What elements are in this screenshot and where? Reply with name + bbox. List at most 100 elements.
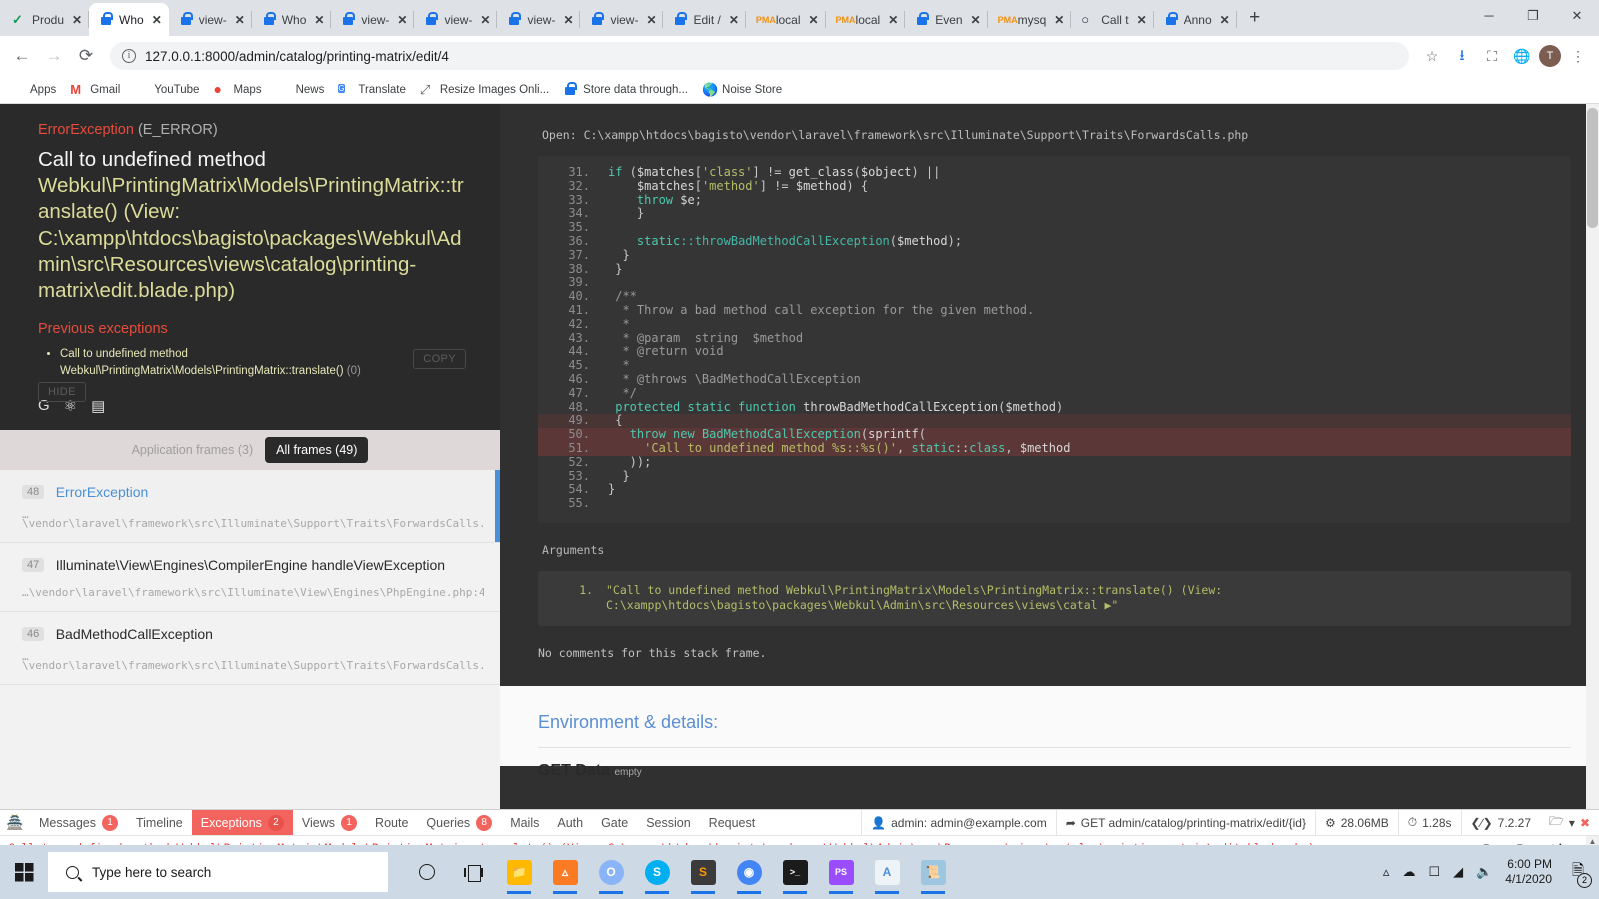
- browser-tab[interactable]: view- ✕: [497, 3, 581, 36]
- chrome-menu-icon[interactable]: ⋮: [1565, 43, 1591, 69]
- back-icon[interactable]: ←: [8, 42, 36, 70]
- clock[interactable]: 6:00 PM 4/1/2020: [1505, 857, 1552, 887]
- start-button[interactable]: [0, 845, 48, 899]
- left-panel-scrollbar[interactable]: [491, 104, 500, 430]
- debugbar-tab-messages[interactable]: Messages 1: [30, 810, 127, 835]
- forward-icon[interactable]: →: [40, 42, 68, 70]
- debugbar-tab-request[interactable]: Request: [700, 810, 765, 835]
- word-icon[interactable]: A: [868, 849, 906, 895]
- tab-close-icon[interactable]: ✕: [394, 12, 410, 28]
- opera-icon[interactable]: O: [592, 849, 630, 895]
- close-icon[interactable]: ✖: [1580, 816, 1590, 830]
- debugbar-auth-user[interactable]: 👤 admin: admin@example.com: [861, 810, 1056, 835]
- debugbar-tab-session[interactable]: Session: [637, 810, 699, 835]
- browser-tab[interactable]: view- ✕: [414, 3, 498, 36]
- browser-tab[interactable]: PMA mysq ✕: [988, 3, 1072, 36]
- browser-tab[interactable]: PMA local ✕: [746, 3, 826, 36]
- debugbar-tab-auth[interactable]: Auth: [548, 810, 592, 835]
- debugbar-memory[interactable]: ⚙ 28.06MB: [1314, 810, 1398, 835]
- bookmark-noise-store[interactable]: 🌎 Noise Store: [702, 82, 782, 97]
- debugbar-php-version[interactable]: ❮∕❯ 7.2.27: [1460, 810, 1541, 835]
- tab-close-icon[interactable]: ✕: [149, 12, 165, 28]
- tab-close-icon[interactable]: ✕: [806, 12, 822, 28]
- display-icon[interactable]: ☐: [1428, 864, 1440, 880]
- close-button[interactable]: ✕: [1555, 0, 1599, 32]
- address-bar[interactable]: i 127.0.0.1:8000/admin/catalog/printing-…: [110, 42, 1409, 70]
- tab-all-frames[interactable]: All frames (49): [265, 437, 369, 463]
- tab-close-icon[interactable]: ✕: [1217, 12, 1233, 28]
- volume-icon[interactable]: 🔈: [1476, 864, 1492, 880]
- tab-close-icon[interactable]: ✕: [69, 12, 85, 28]
- tab-close-icon[interactable]: ✕: [560, 12, 576, 28]
- chevron-up-icon[interactable]: ▵: [1383, 864, 1390, 880]
- tab-close-icon[interactable]: ✕: [1134, 12, 1150, 28]
- browser-tab[interactable]: Even ✕: [905, 3, 988, 36]
- star-icon[interactable]: ☆: [1419, 43, 1445, 69]
- tab-close-icon[interactable]: ✕: [726, 12, 742, 28]
- wifi-icon[interactable]: ◢: [1453, 864, 1463, 880]
- bookmark-resize-images[interactable]: ⤢ Resize Images Onli...: [420, 82, 549, 97]
- sublime-text-icon[interactable]: S: [684, 849, 722, 895]
- bookmark-store-data[interactable]: Store data through...: [563, 82, 688, 97]
- chevron-down-icon[interactable]: ▾: [1569, 816, 1575, 830]
- bookmark-news[interactable]: News: [276, 82, 325, 97]
- site-info-icon[interactable]: i: [122, 49, 136, 63]
- tab-close-icon[interactable]: ✕: [885, 12, 901, 28]
- browser-tab[interactable]: PMA local ✕: [826, 3, 906, 36]
- avatar[interactable]: T: [1539, 45, 1561, 67]
- maximize-button[interactable]: ❐: [1511, 0, 1555, 32]
- skype-icon[interactable]: S: [638, 849, 676, 895]
- page-scrollbar-thumb[interactable]: [1587, 108, 1598, 228]
- task-view-icon[interactable]: [454, 849, 492, 895]
- bookmark-maps[interactable]: ● Maps: [213, 82, 261, 97]
- translate-icon[interactable]: 🌐: [1509, 43, 1535, 69]
- browser-tab[interactable]: ✓ Produ ✕: [2, 3, 90, 36]
- cloud-icon[interactable]: ☁: [1402, 864, 1415, 880]
- tab-close-icon[interactable]: ✕: [311, 12, 327, 28]
- search-input[interactable]: Type here to search: [48, 852, 388, 892]
- browser-tab[interactable]: Anno ✕: [1154, 3, 1237, 36]
- tab-close-icon[interactable]: ✕: [232, 12, 248, 28]
- new-tab-button[interactable]: +: [1241, 5, 1269, 33]
- browser-tab[interactable]: view- ✕: [580, 3, 664, 36]
- browser-tab[interactable]: ○ Call t ✕: [1071, 3, 1154, 36]
- stackoverflow-search-icon[interactable]: ▤: [91, 397, 105, 415]
- browser-tab[interactable]: view- ✕: [331, 3, 415, 36]
- hide-button[interactable]: HIDE: [38, 382, 86, 402]
- debugbar-tab-gate[interactable]: Gate: [592, 810, 637, 835]
- copy-button[interactable]: COPY: [413, 349, 466, 369]
- bookmark-youtube[interactable]: YouTube: [134, 82, 199, 97]
- browser-tab-active[interactable]: Who ✕: [89, 3, 169, 36]
- screenshot-icon[interactable]: ⛶: [1479, 43, 1505, 69]
- open-file-path[interactable]: Open: C:\xampp\htdocs\bagisto\vendor\lar…: [500, 104, 1599, 142]
- debugbar-tab-views[interactable]: Views 1: [293, 810, 366, 835]
- terminal-icon[interactable]: >_: [776, 849, 814, 895]
- bookmark-apps[interactable]: Apps: [10, 82, 56, 97]
- folder-icon[interactable]: 🗁: [1549, 812, 1564, 833]
- cortana-icon[interactable]: [408, 849, 446, 895]
- debugbar-route[interactable]: ➦ GET admin/catalog/printing-matrix/edit…: [1055, 810, 1315, 835]
- bookmark-translate[interactable]: G Translate: [338, 82, 406, 97]
- bookmark-gmail[interactable]: M Gmail: [70, 82, 120, 97]
- browser-tab[interactable]: view- ✕: [169, 3, 252, 36]
- tab-close-icon[interactable]: ✕: [643, 12, 659, 28]
- reload-icon[interactable]: ⟳: [72, 42, 100, 70]
- frame-list-item[interactable]: 46 BadMethodCallException … \vendor\larav…: [0, 612, 500, 685]
- tab-application-frames[interactable]: Application frames (3): [132, 443, 254, 457]
- debugbar-tab-mails[interactable]: Mails: [501, 810, 548, 835]
- browser-tab[interactable]: Who ✕: [252, 3, 332, 36]
- debugbar-tab-timeline[interactable]: Timeline: [127, 810, 192, 835]
- file-explorer-icon[interactable]: 📁: [500, 849, 538, 895]
- frame-list-item[interactable]: 48 ErrorException … \vendor\laravel\frame…: [0, 470, 500, 543]
- minimize-button[interactable]: ─: [1467, 0, 1511, 32]
- frames-list[interactable]: 48 ErrorException … \vendor\laravel\frame…: [0, 470, 500, 809]
- tab-close-icon[interactable]: ✕: [477, 12, 493, 28]
- debugbar-logo-icon[interactable]: 🏯: [0, 810, 30, 835]
- debugbar-tab-exceptions[interactable]: Exceptions 2: [191, 810, 293, 835]
- chrome-icon[interactable]: ◉: [730, 849, 768, 895]
- page-scrollbar[interactable]: [1586, 104, 1599, 809]
- tab-close-icon[interactable]: ✕: [968, 12, 984, 28]
- tab-close-icon[interactable]: ✕: [1051, 12, 1067, 28]
- debugbar-tab-queries[interactable]: Queries 8: [417, 810, 501, 835]
- browser-tab[interactable]: Edit / ✕: [663, 3, 747, 36]
